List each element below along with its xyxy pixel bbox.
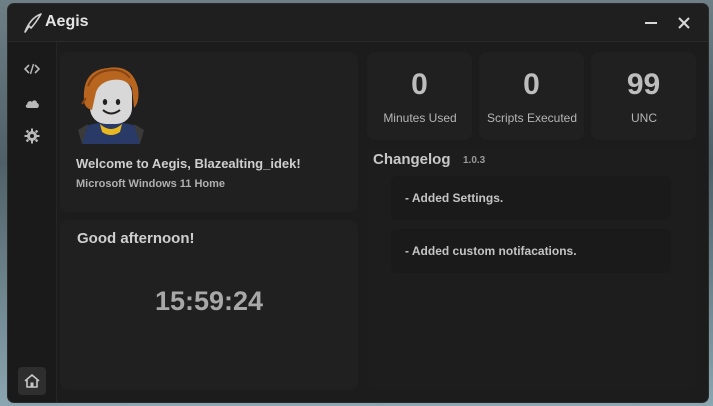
changelog-item: - Added custom notifacations. (391, 229, 671, 273)
sidebar-item-editor[interactable] (20, 57, 44, 81)
os-name-text: Microsoft Windows 11 Home (76, 178, 226, 190)
aegis-logo-icon (24, 13, 42, 33)
changelog-item-text: - Added Settings. (405, 191, 504, 205)
close-icon (678, 17, 690, 29)
minimize-button[interactable] (638, 10, 664, 36)
changelog-item-text: - Added custom notifacations. (405, 244, 577, 258)
close-button[interactable] (671, 10, 697, 36)
gear-icon (24, 128, 40, 144)
sidebar-item-settings[interactable] (20, 124, 44, 148)
avatar (78, 67, 144, 144)
changelog-title: Changelog (373, 151, 451, 168)
stat-unc-value: 99 (626, 68, 661, 101)
changelog-item: - Added Settings. (391, 176, 671, 220)
minimize-icon (645, 22, 657, 24)
home-icon (24, 374, 40, 388)
changelog-version: 1.0.3 (463, 155, 486, 166)
clock-text: 15:59:24 (154, 286, 264, 316)
stat-minutes-value: 0 (411, 68, 428, 101)
title-bar[interactable]: Aegis (8, 4, 708, 42)
sidebar (8, 42, 57, 402)
code-icon (24, 63, 40, 75)
welcome-text: Welcome to Aegis, Blazealting_idek! (76, 156, 301, 171)
stat-scripts-label: Scripts Executed (486, 111, 578, 125)
greeting-text: Good afternoon! (77, 230, 195, 247)
stat-minutes-label: Minutes Used (383, 111, 457, 125)
sidebar-item-home[interactable] (18, 367, 46, 395)
stat-unc-label: UNC (631, 111, 657, 125)
sidebar-item-cloud[interactable] (20, 91, 44, 115)
app-title: Aegis (45, 13, 89, 30)
stat-scripts-value: 0 (523, 68, 540, 101)
cloud-icon (25, 100, 39, 108)
